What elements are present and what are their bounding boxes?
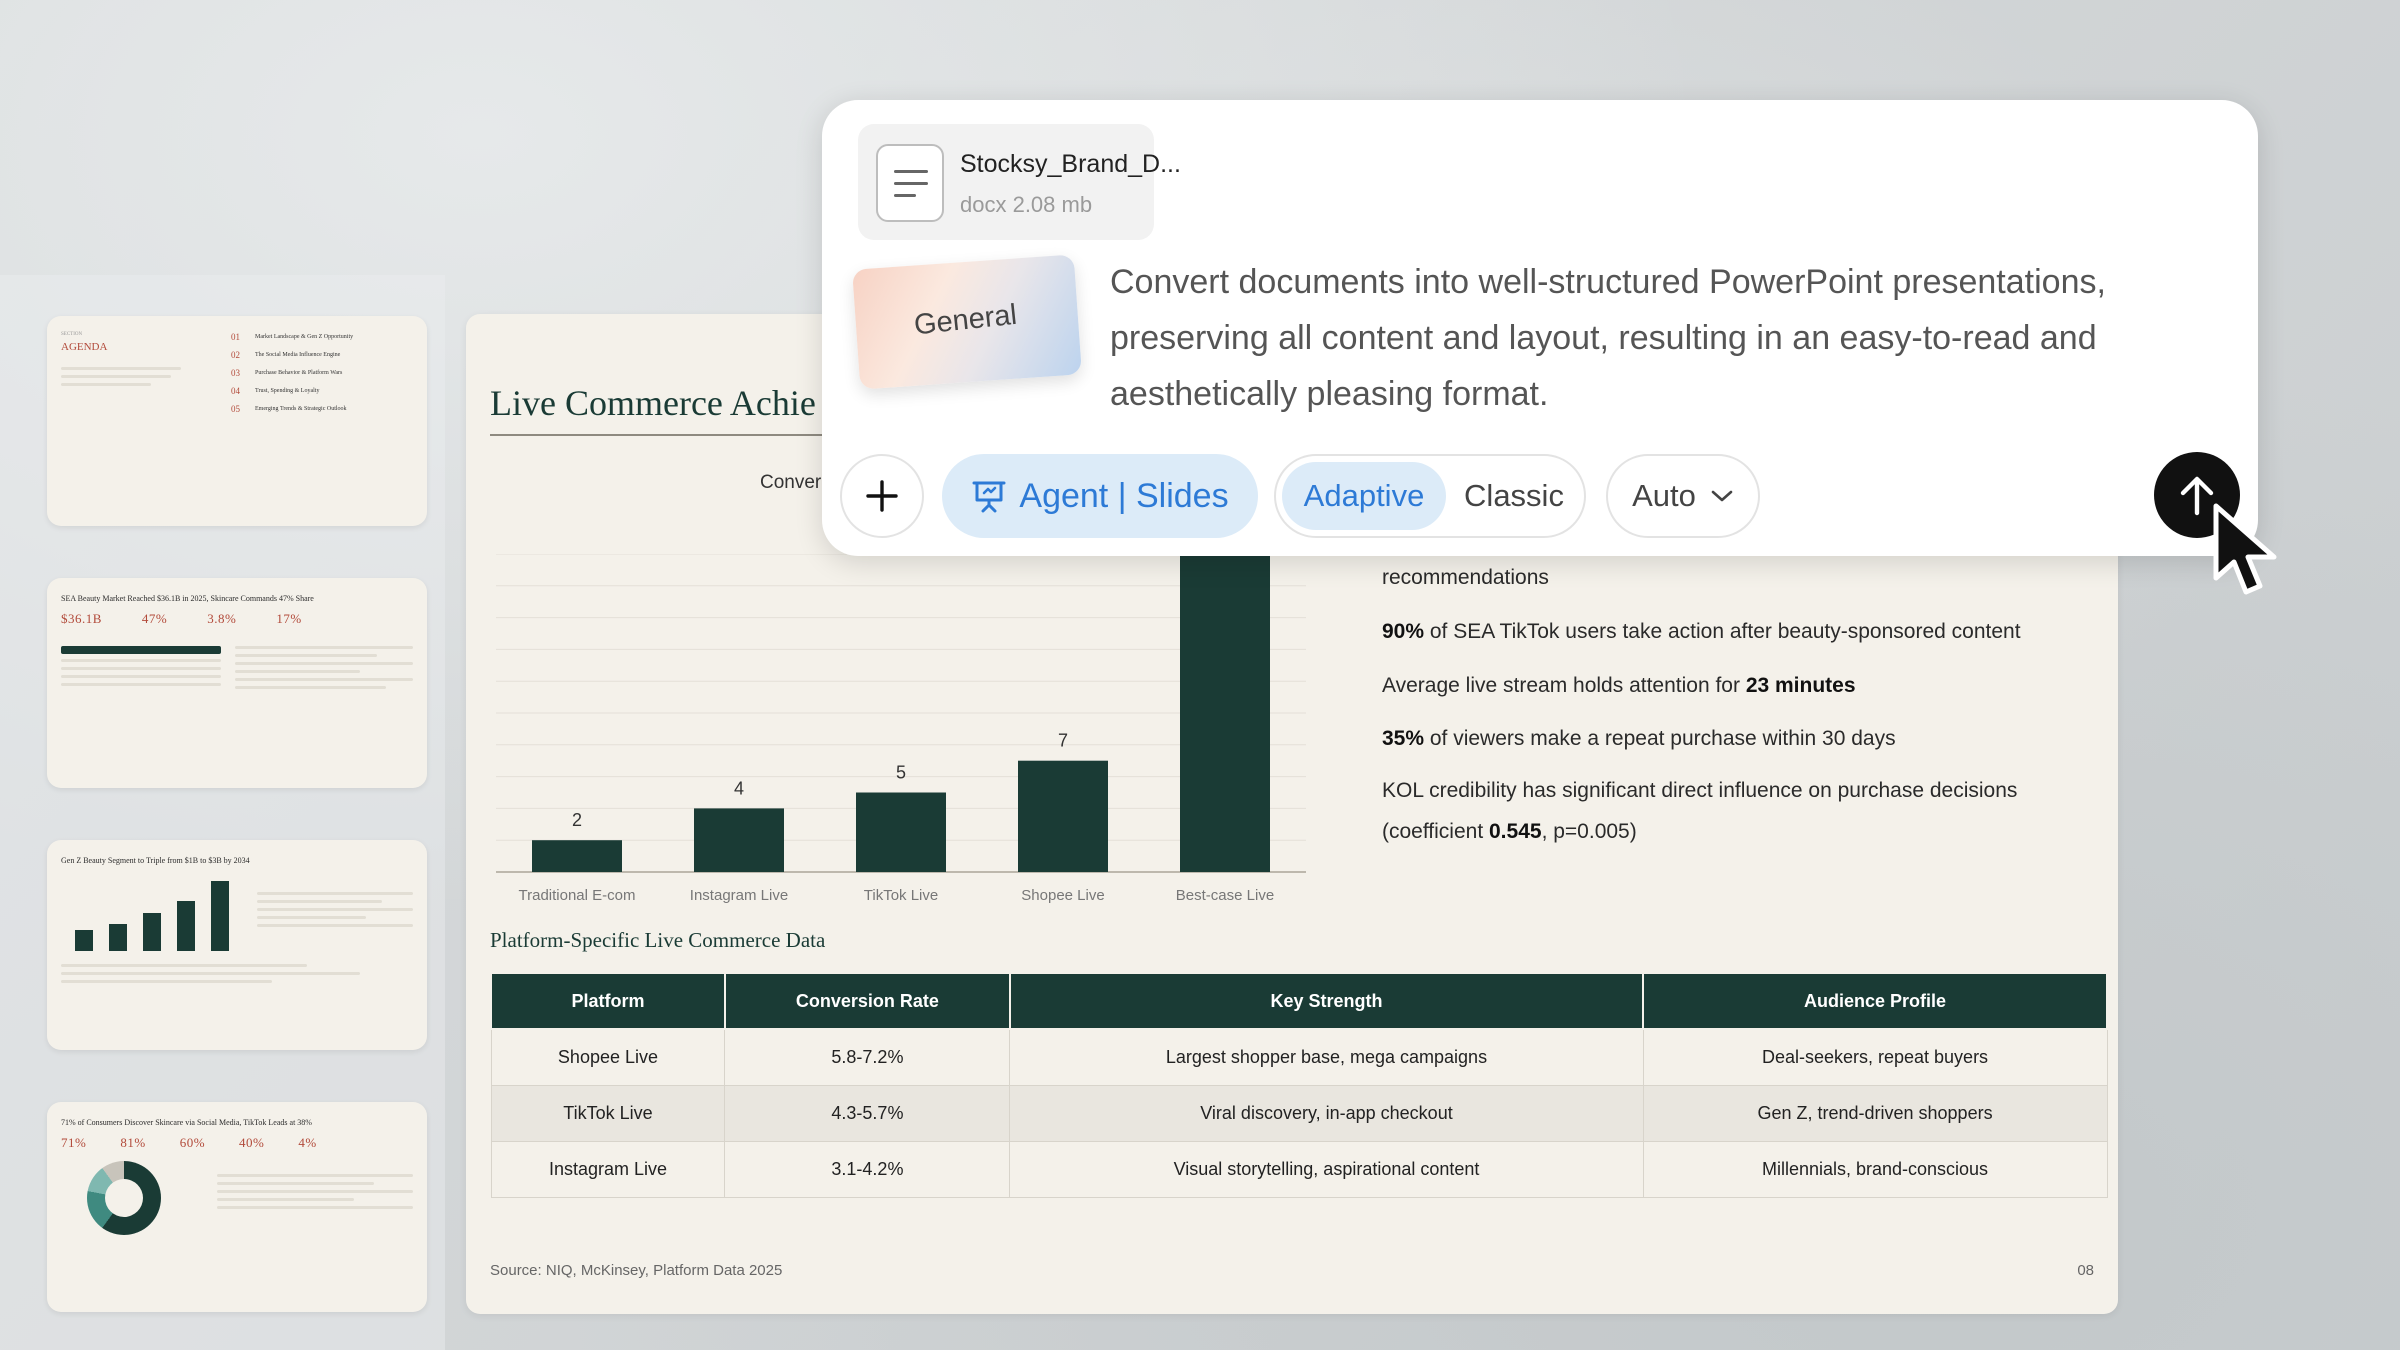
table-title: Platform-Specific Live Commerce Data	[490, 928, 826, 952]
table-cell: Shopee Live	[490, 1028, 726, 1086]
table-cell: Gen Z, trend-driven shoppers	[1642, 1084, 2108, 1142]
insight-2: 90% of SEA TikTok users take action afte…	[1382, 620, 2021, 644]
thumb-bar-chart	[75, 881, 229, 951]
file-meta: docx 2.08 mb	[960, 192, 1093, 217]
table-cell: Millennials, brand-conscious	[1642, 1140, 2108, 1198]
insight-3: Average live stream holds attention for …	[1382, 673, 1856, 697]
table-cell: Largest shopper base, mega campaigns	[1009, 1028, 1644, 1086]
x-tick-label: Traditional E-com	[519, 887, 636, 904]
chart-bar	[1018, 760, 1108, 872]
bar-value-label: 7	[1058, 731, 1068, 751]
table-cell: Viral discovery, in-app checkout	[1009, 1084, 1644, 1142]
page-number: 08	[2077, 1262, 2094, 1279]
bar-value-label: 4	[734, 778, 744, 798]
x-tick-label: TikTok Live	[864, 887, 938, 904]
agent-slides-button[interactable]: Agent | Slides	[942, 454, 1258, 538]
thumb-stats: $36.1B 47% 3.8% 17%	[61, 611, 302, 626]
mouse-cursor-icon	[2213, 503, 2277, 595]
x-tick-label: Best-case Live	[1176, 887, 1274, 904]
thumb-bar	[177, 900, 195, 951]
thumb-stats: 71% 81% 60% 40% 4%	[61, 1135, 317, 1150]
auto-select-dropdown[interactable]: Auto	[1606, 454, 1760, 538]
insight-5: KOL credibility has significant direct i…	[1382, 779, 2018, 844]
source-note: Source: NIQ, McKinsey, Platform Data 202…	[490, 1262, 783, 1279]
prompt-description: Convert documents into well-structured P…	[1110, 263, 2106, 413]
thumb-kicker: SECTION	[61, 332, 83, 337]
document-icon	[876, 144, 944, 222]
slide-thumbnail-4[interactable]: 71% of Consumers Discover Skincare via S…	[47, 1102, 427, 1312]
thumb-title: AGENDA	[61, 341, 108, 353]
x-tick-label: Shopee Live	[1021, 887, 1104, 904]
column-header: Platform	[490, 972, 726, 1030]
bar-value-label: 5	[896, 763, 906, 783]
mode-adaptive-button[interactable]: Adaptive	[1282, 462, 1446, 530]
thumb-bar	[143, 912, 161, 951]
thumb-donut-chart	[87, 1161, 161, 1235]
table-cell: 5.8-7.2%	[724, 1028, 1011, 1086]
bar-value-label: 2	[572, 810, 582, 830]
prompt-card: Stocksy_Brand_D... docx 2.08 mb General …	[822, 100, 2258, 556]
file-name: Stocksy_Brand_D...	[960, 150, 1181, 178]
mode-classic-button[interactable]: Classic	[1454, 462, 1574, 530]
table-cell: Deal-seekers, repeat buyers	[1642, 1028, 2108, 1086]
slide-thumbnail-3[interactable]: Gen Z Beauty Segment to Triple from $1B …	[47, 840, 427, 1050]
thumb-bar	[75, 930, 93, 951]
presentation-icon	[972, 481, 1006, 513]
chart-bar	[1180, 554, 1270, 872]
column-header: Key Strength	[1008, 972, 1645, 1030]
column-header: Audience Profile	[1642, 972, 2108, 1030]
thumb-bar	[109, 924, 127, 951]
thumb-agenda-list: 01 Market Landscape & Gen Z Opportunity 0…	[231, 332, 354, 414]
thumb-title: SEA Beauty Market Reached $36.1B in 2025…	[61, 594, 314, 603]
add-attachment-button[interactable]	[840, 454, 924, 538]
insight-4: 35% of viewers make a repeat purchase wi…	[1382, 726, 1896, 750]
thumb-title: Gen Z Beauty Segment to Triple from $1B …	[61, 856, 250, 865]
table-row: TikTok Live 4.3-5.7% Viral discovery, in…	[490, 1084, 2108, 1142]
table-cell: Visual storytelling, aspirational conten…	[1009, 1140, 1644, 1198]
chart-bar	[856, 792, 946, 872]
slide-title: Live Commerce Achie	[490, 383, 816, 423]
auto-select-label: Auto	[1632, 478, 1696, 513]
plus-icon	[866, 480, 898, 512]
table-cell: Instagram Live	[490, 1140, 726, 1198]
table-row: Shopee Live 5.8-7.2% Largest shopper bas…	[490, 1028, 2108, 1086]
chart-subtitle: Conver	[760, 472, 822, 493]
slide-thumbnail-2[interactable]: SEA Beauty Market Reached $36.1B in 2025…	[47, 578, 427, 788]
insight-1: recommendations	[1382, 566, 1549, 589]
chart-bar	[532, 840, 622, 872]
thumb-title: 71% of Consumers Discover Skincare via S…	[61, 1118, 312, 1127]
template-card-general[interactable]: General	[852, 254, 1082, 390]
table-header-row: Platform Conversion Rate Key Strength Au…	[490, 972, 2108, 1030]
chevron-down-icon	[1711, 490, 1733, 502]
table-cell: TikTok Live	[490, 1084, 726, 1142]
table-cell: 4.3-5.7%	[724, 1084, 1011, 1142]
thumb-bar	[211, 881, 229, 951]
template-label: General	[912, 298, 1019, 342]
slide-thumbnail-1[interactable]: SECTION AGENDA 01 Market Landscape & Gen …	[47, 316, 427, 526]
platform-table: Platform Conversion Rate Key Strength Au…	[490, 972, 2108, 1198]
attached-file-chip[interactable]: Stocksy_Brand_D... docx 2.08 mb	[858, 124, 1181, 240]
key-insights: recommendations 90% of SEA TikTok users …	[1382, 564, 2082, 878]
x-tick-label: Instagram Live	[690, 887, 788, 904]
conversion-bar-chart: 2 Traditional E-com 4 Instagram Live 5 TikTok…	[496, 554, 1306, 904]
mode-toggle: Adaptive Classic	[1274, 454, 1586, 538]
column-header: Conversion Rate	[723, 972, 1011, 1030]
agent-slides-label: Agent | Slides	[1019, 476, 1229, 515]
table-row: Instagram Live 3.1-4.2% Visual storytell…	[490, 1140, 2108, 1198]
table-cell: 3.1-4.2%	[724, 1140, 1011, 1198]
chart-bar	[694, 808, 784, 872]
